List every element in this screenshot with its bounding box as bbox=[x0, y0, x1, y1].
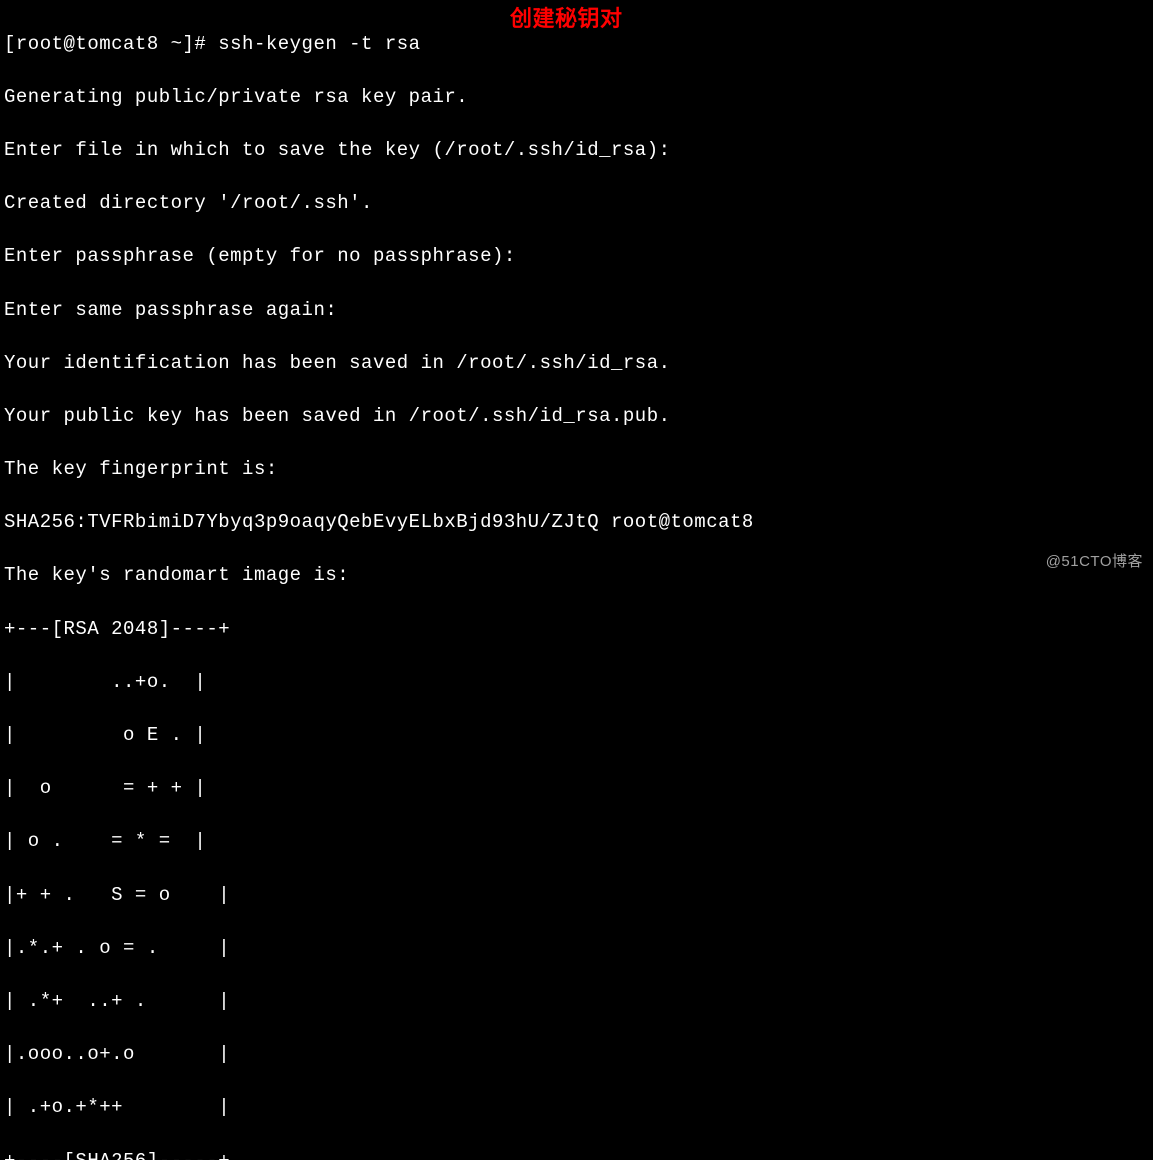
randomart-line: | .+o.+*++ | bbox=[4, 1094, 1149, 1121]
randomart-line: |.ooo..o+.o | bbox=[4, 1041, 1149, 1068]
output-line: Enter same passphrase again: bbox=[4, 297, 1149, 324]
output-line: Your identification has been saved in /r… bbox=[4, 350, 1149, 377]
output-line: The key fingerprint is: bbox=[4, 456, 1149, 483]
output-line: Created directory '/root/.ssh'. bbox=[4, 190, 1149, 217]
terminal-output: [root@tomcat8 ~]# ssh-keygen -t rsa Gene… bbox=[4, 4, 1149, 1160]
shell-prompt: [root@tomcat8 ~]# bbox=[4, 33, 218, 55]
randomart-line: | o = + + | bbox=[4, 775, 1149, 802]
command-text: ssh-keygen -t rsa bbox=[218, 33, 420, 55]
randomart-line: | .*+ ..+ . | bbox=[4, 988, 1149, 1015]
randomart-line: |+ + . S = o | bbox=[4, 882, 1149, 909]
output-line: Enter file in which to save the key (/ro… bbox=[4, 137, 1149, 164]
randomart-line: | o E . | bbox=[4, 722, 1149, 749]
randomart-line: |.*.+ . o = . | bbox=[4, 935, 1149, 962]
watermark-text: @51CTO博客 bbox=[1046, 551, 1143, 572]
randomart-line: +----[SHA256]-----+ bbox=[4, 1148, 1149, 1160]
randomart-line: | o . = * = | bbox=[4, 828, 1149, 855]
output-line: Enter passphrase (empty for no passphras… bbox=[4, 243, 1149, 270]
output-line: Generating public/private rsa key pair. bbox=[4, 84, 1149, 111]
output-line: The key's randomart image is: bbox=[4, 562, 1149, 589]
output-line: SHA256:TVFRbimiD7Ybyq3p9oaqyQebEvyELbxBj… bbox=[4, 509, 1149, 536]
randomart-line: | ..+o. | bbox=[4, 669, 1149, 696]
output-line: Your public key has been saved in /root/… bbox=[4, 403, 1149, 430]
randomart-line: +---[RSA 2048]----+ bbox=[4, 616, 1149, 643]
annotation-label: 创建秘钥对 bbox=[510, 4, 623, 35]
